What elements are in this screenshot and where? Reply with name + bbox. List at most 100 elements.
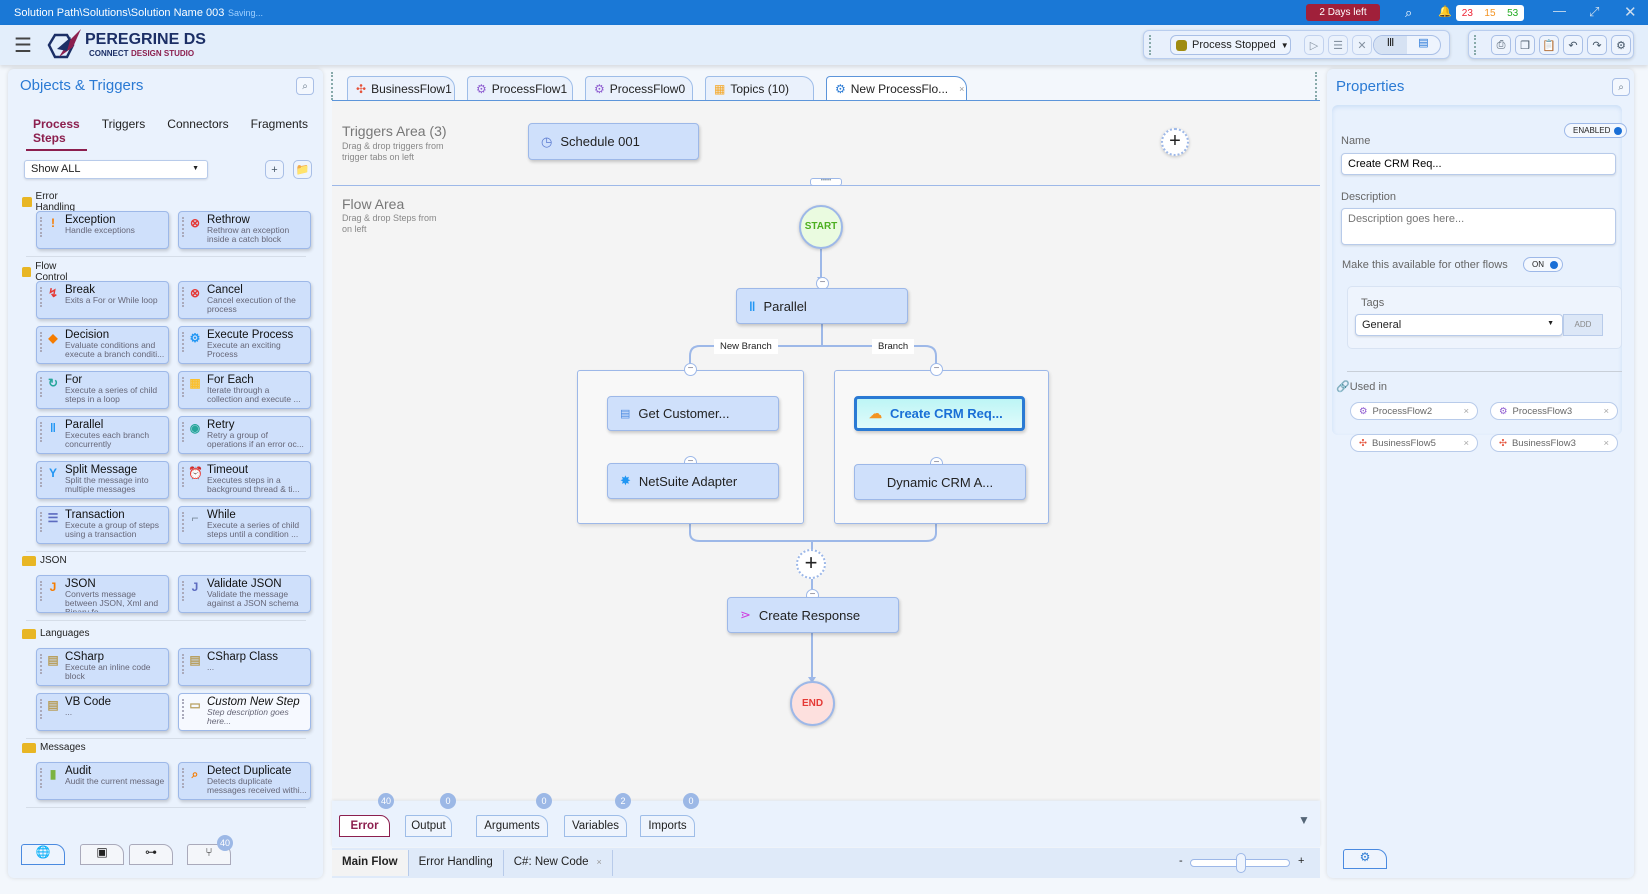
- left-splitter[interactable]: [331, 72, 333, 100]
- drag-handle-icon[interactable]: [182, 287, 184, 307]
- drag-handle-icon[interactable]: [40, 377, 42, 397]
- step-card-while[interactable]: ⌐ While Execute a series of child steps un…: [178, 506, 311, 544]
- list-button[interactable]: ☰: [1328, 35, 1348, 55]
- step-netsuite-adapter[interactable]: ✸ NetSuite Adapter: [607, 463, 779, 499]
- step-card-parallel[interactable]: ‖ Parallel Executes each branch concurrent…: [36, 416, 169, 454]
- drag-handle-icon[interactable]: [40, 467, 42, 487]
- category-languages[interactable]: Languages: [22, 628, 90, 639]
- step-card-for[interactable]: ↻ For Execute a series of child steps in a…: [36, 371, 169, 409]
- used-in-chip[interactable]: ⚙ ProcessFlow2 ×: [1350, 402, 1478, 420]
- step-card-split-message[interactable]: Y Split Message Split the message into mul…: [36, 461, 169, 499]
- minimize-button[interactable]: —: [1553, 3, 1566, 18]
- drag-handle-icon[interactable]: [40, 581, 42, 601]
- step-card-break[interactable]: ↯ Break Exits a For or While loop: [36, 281, 169, 319]
- drag-handle-icon[interactable]: [182, 332, 184, 352]
- tab-output[interactable]: Output: [405, 815, 452, 837]
- drag-handle-icon[interactable]: [182, 654, 184, 674]
- branch-label-left[interactable]: New Branch: [714, 339, 778, 354]
- add-step-button[interactable]: +: [265, 160, 284, 179]
- branch-label-right[interactable]: Branch: [872, 339, 915, 354]
- step-card-cancel[interactable]: ⊗ Cancel Cancel execution of the process: [178, 281, 311, 319]
- rows-view-icon[interactable]: ▤: [1407, 36, 1440, 54]
- zoom-slider[interactable]: [1190, 853, 1290, 873]
- close-tab-icon[interactable]: ×: [597, 857, 602, 867]
- add-step-button[interactable]: +: [796, 549, 826, 579]
- category-messages[interactable]: Messages: [22, 742, 86, 753]
- zoom-in-button[interactable]: +: [1298, 855, 1304, 867]
- drag-handle-icon[interactable]: [182, 467, 184, 487]
- redo-icon[interactable]: ↷: [1587, 35, 1607, 55]
- step-card-csharp[interactable]: ▤ CSharp Execute an inline code block: [36, 648, 169, 686]
- tab-imports[interactable]: Imports: [640, 815, 695, 837]
- process-status-dropdown[interactable]: Process Stopped ▼: [1170, 35, 1291, 55]
- drag-handle-icon[interactable]: [182, 377, 184, 397]
- bell-icon[interactable]: 🔔: [1438, 5, 1452, 18]
- used-in-chip[interactable]: ⚙ ProcessFlow3 ×: [1490, 402, 1618, 420]
- used-in-chip[interactable]: ✣ BusinessFlow5 ×: [1350, 434, 1478, 452]
- add-folder-button[interactable]: 📁: [293, 160, 312, 179]
- drag-handle-icon[interactable]: [182, 699, 184, 719]
- step-create-response[interactable]: ⋗ Create Response: [727, 597, 899, 633]
- toolbar-grip[interactable]: [1149, 35, 1151, 55]
- collapse-icon[interactable]: −: [930, 363, 943, 376]
- remove-icon[interactable]: ×: [1603, 406, 1609, 417]
- collapse-icon[interactable]: −: [684, 363, 697, 376]
- drag-handle-icon[interactable]: [40, 287, 42, 307]
- close-button[interactable]: ✕: [1624, 3, 1637, 21]
- copy-icon[interactable]: ❐: [1515, 35, 1535, 55]
- trial-badge[interactable]: 2 Days left: [1306, 4, 1380, 21]
- search-icon[interactable]: ⌕: [1612, 78, 1630, 96]
- drag-handle-icon[interactable]: [40, 699, 42, 719]
- drag-handle-icon[interactable]: [182, 581, 184, 601]
- filter-dropdown[interactable]: Show ALL ▼: [24, 160, 208, 179]
- step-card-csharp-class[interactable]: ▤ CSharp Class...: [178, 648, 311, 686]
- step-card-execute-process[interactable]: ⚙ Execute Process Execute an exciting Proc…: [178, 326, 311, 364]
- view-toggle[interactable]: Ⅲ ▤: [1373, 35, 1441, 55]
- toolbar-grip[interactable]: [1474, 35, 1476, 55]
- enabled-toggle[interactable]: ENABLED: [1564, 123, 1628, 138]
- undo-icon[interactable]: ↶: [1563, 35, 1583, 55]
- doc-tab[interactable]: ⚙ ProcessFlow0: [585, 76, 693, 100]
- available-toggle[interactable]: ON: [1523, 257, 1563, 272]
- doc-tab[interactable]: ▦ Topics (10): [705, 76, 814, 100]
- step-card-decision[interactable]: ◆ Decision Evaluate conditions and execute…: [36, 326, 169, 364]
- settings-gear-icon[interactable]: ⚙: [1611, 35, 1631, 55]
- step-card-transaction[interactable]: ☰ Transaction Execute a group of steps usi…: [36, 506, 169, 544]
- tab-variables[interactable]: Variables: [564, 815, 627, 837]
- flow-tab[interactable]: C#: New Code ×: [504, 850, 613, 876]
- columns-view-icon[interactable]: Ⅲ: [1374, 36, 1407, 54]
- notification-counts[interactable]: 23 15 53: [1456, 5, 1524, 21]
- drag-handle-icon[interactable]: [40, 654, 42, 674]
- print-icon[interactable]: ⎙: [1491, 35, 1511, 55]
- zoom-out-button[interactable]: -: [1179, 855, 1183, 867]
- category-error-handling[interactable]: Error Handling: [22, 191, 79, 213]
- step-dynamic-crm[interactable]: Dynamic CRM A...: [854, 464, 1026, 500]
- end-node[interactable]: END: [790, 681, 835, 726]
- remove-icon[interactable]: ×: [1603, 438, 1609, 449]
- start-node[interactable]: START: [799, 205, 843, 249]
- drag-handle-icon[interactable]: [182, 768, 184, 788]
- step-card-timeout[interactable]: ⏰ Timeout Executes steps in a background t…: [178, 461, 311, 499]
- zoom-slider-thumb[interactable]: [1236, 853, 1246, 873]
- step-card-for-each[interactable]: ▦ For Each Iterate through a collection an…: [178, 371, 311, 409]
- collapse-panel-icon[interactable]: ▼: [1298, 813, 1310, 827]
- flow-tab[interactable]: Error Handling: [409, 850, 504, 876]
- step-create-crm-request[interactable]: ☁ Create CRM Req...: [854, 396, 1025, 431]
- search-icon[interactable]: ⌕: [1405, 5, 1412, 21]
- doc-tab[interactable]: ✣ BusinessFlow1: [347, 76, 455, 100]
- drag-handle-icon[interactable]: [40, 332, 42, 352]
- step-card-custom-new-step[interactable]: ▭ Custom New Step Step description goes he…: [178, 693, 311, 731]
- doc-tab[interactable]: ⚙ New ProcessFlo... ×: [826, 76, 967, 100]
- connector-tab[interactable]: ⊶: [129, 844, 173, 865]
- used-in-chip[interactable]: ✣ BusinessFlow3 ×: [1490, 434, 1618, 452]
- stop-button[interactable]: ✕: [1352, 35, 1372, 55]
- flow-tab[interactable]: Main Flow: [332, 850, 409, 876]
- search-icon[interactable]: ⌕: [296, 77, 314, 95]
- drag-handle-icon[interactable]: [182, 422, 184, 442]
- drag-handle-icon[interactable]: [40, 217, 42, 237]
- save-tab[interactable]: ▣: [80, 844, 124, 865]
- category-flow-control[interactable]: Flow Control: [22, 261, 72, 283]
- step-card-audit[interactable]: ▮ Audit Audit the current message: [36, 762, 169, 800]
- drag-handle-icon[interactable]: [182, 217, 184, 237]
- tab-process-steps[interactable]: Process Steps: [26, 117, 87, 151]
